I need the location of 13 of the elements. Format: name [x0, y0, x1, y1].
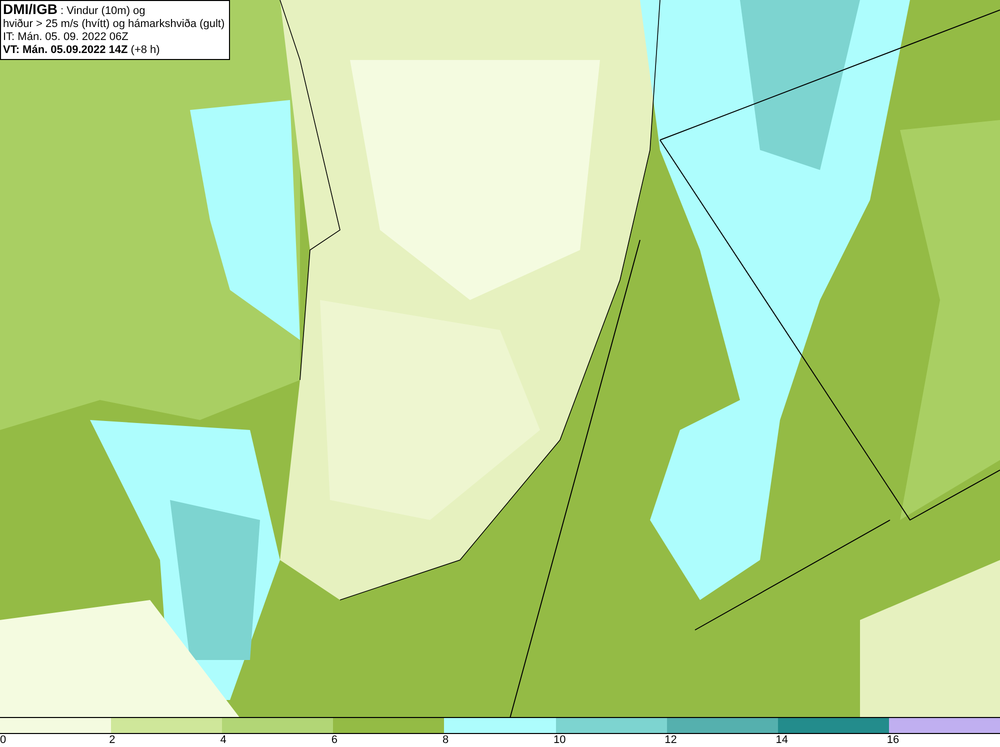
- scale-tick-label: 16: [886, 734, 900, 747]
- scale-tick-label: 8: [442, 734, 449, 747]
- title-text: VT: Mán. 05.09.2022 14Z (+8 h): [3, 44, 161, 57]
- scale-tick-label: 2: [109, 734, 116, 747]
- scale-tick-label: 10: [554, 734, 566, 747]
- title-text: DMI/IGB : Vindur (10m) og: [3, 3, 146, 18]
- scale-tick-label: 6: [331, 734, 338, 747]
- title-text: hviður > 25 m/s (hvítt) og hámarkshviða (gult): [3, 18, 225, 31]
- scale-tick-label: 14: [776, 734, 788, 747]
- scale-tick-label: 0: [0, 734, 6, 747]
- title-text: IT: Mán. 05. 09. 2022 06Z: [3, 31, 130, 44]
- scale-tick-label: 12: [664, 734, 677, 747]
- scale-tick-label: 4: [220, 734, 226, 747]
